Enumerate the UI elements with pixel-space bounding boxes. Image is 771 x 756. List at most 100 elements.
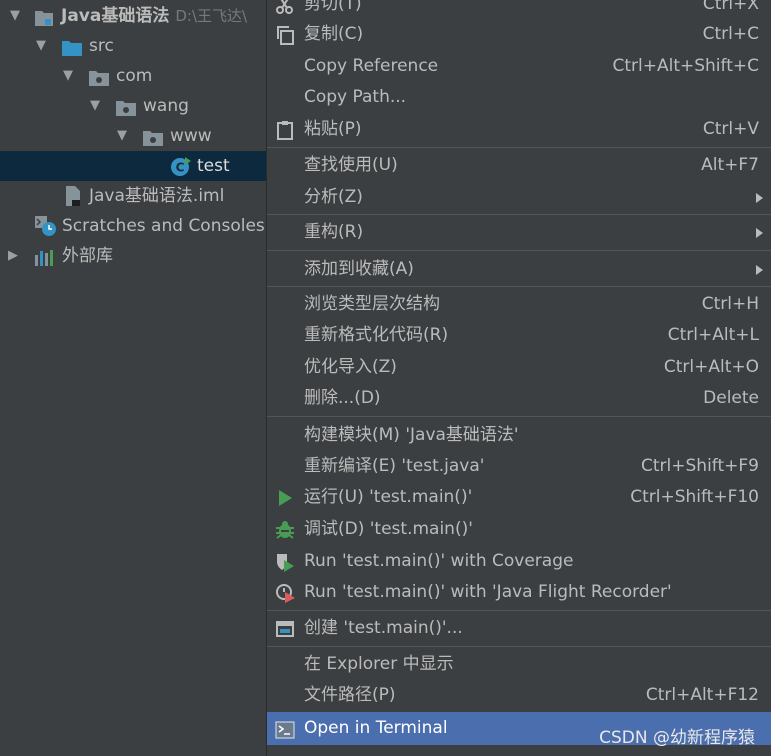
- menu-label: 创建 'test.main()'...: [304, 618, 463, 638]
- menu-label: Run 'test.main()' with Coverage: [304, 551, 574, 571]
- tree-item-www[interactable]: ▼ www: [0, 121, 266, 151]
- menu-label: 添加到收藏(A): [304, 259, 414, 279]
- terminal-icon: [275, 719, 295, 739]
- chevron-down-icon[interactable]: ▼: [10, 1, 20, 31]
- menu-label: 调试(D) 'test.main()': [304, 519, 473, 539]
- tree-item-test[interactable]: C test: [0, 151, 266, 181]
- menu-item-paste[interactable]: 粘贴(P) Ctrl+V: [267, 114, 771, 145]
- menu-shortcut: Alt+F7: [701, 155, 759, 175]
- menu-item-analyze[interactable]: 分析(Z): [267, 182, 771, 213]
- menu-label: 剪切(T): [304, 0, 362, 14]
- library-icon: [34, 247, 56, 277]
- menu-separator: [267, 147, 771, 148]
- tree-item-iml[interactable]: Java基础语法.iml: [0, 181, 266, 211]
- menu-shortcut: Ctrl+Alt+F12: [645, 685, 759, 705]
- run-icon: [275, 488, 295, 508]
- svg-text:C: C: [176, 161, 185, 175]
- submenu-arrow-icon: [756, 228, 763, 238]
- menu-item-create-configuration[interactable]: 创建 'test.main()'...: [267, 613, 771, 644]
- tree-item-wang[interactable]: ▼ wang: [0, 91, 266, 121]
- scissors-icon: [275, 0, 295, 15]
- menu-label: 在 Explorer 中显示: [304, 654, 454, 674]
- menu-separator: [267, 250, 771, 251]
- chevron-down-icon[interactable]: ▼: [117, 121, 127, 151]
- copy-icon: [275, 25, 295, 45]
- tree-label: Java基础语法.iml: [89, 186, 225, 206]
- window-icon: [275, 619, 295, 639]
- menu-shortcut: Ctrl+Alt+O: [663, 357, 759, 377]
- menu-separator: [267, 646, 771, 647]
- tree-label: com: [116, 66, 153, 86]
- menu-item-add-to-favorites[interactable]: 添加到收藏(A): [267, 254, 771, 285]
- project-tree: ▼ Java基础语法 D:\王飞达\ ▼ src ▼ com ▼ wang ▼ w…: [0, 0, 266, 756]
- menu-label: 查找使用(U): [304, 155, 398, 175]
- menu-separator: [267, 416, 771, 417]
- menu-label: 构建模块(M) 'Java基础语法': [304, 425, 519, 445]
- chevron-right-icon[interactable]: ▶: [8, 241, 18, 271]
- tree-label: src: [89, 36, 114, 56]
- menu-item-optimize-imports[interactable]: 优化导入(Z) Ctrl+Alt+O: [267, 352, 771, 383]
- menu-item-run-with-coverage[interactable]: Run 'test.main()' with Coverage: [267, 546, 771, 577]
- menu-item-run-with-jfr[interactable]: Run 'test.main()' with 'Java Flight Reco…: [267, 577, 771, 608]
- menu-item-copy[interactable]: 复制(C) Ctrl+C: [267, 19, 771, 50]
- menu-shortcut: Ctrl+V: [702, 119, 759, 139]
- menu-label: 删除...(D): [304, 388, 381, 408]
- menu-shortcut: Ctrl+Alt+L: [667, 325, 759, 345]
- tree-label: wang: [143, 96, 189, 116]
- menu-item-reformat-code[interactable]: 重新格式化代码(R) Ctrl+Alt+L: [267, 320, 771, 351]
- menu-label: Copy Path...: [304, 87, 407, 107]
- project-path: D:\王飞达\: [175, 7, 248, 25]
- menu-label: 重新格式化代码(R): [304, 325, 449, 345]
- bug-icon: [275, 520, 295, 540]
- menu-label: 重新编译(E) 'test.java': [304, 456, 485, 476]
- menu-shortcut: Ctrl+Alt+Shift+C: [612, 56, 759, 76]
- menu-item-refactor[interactable]: 重构(R): [267, 217, 771, 248]
- tree-item-scratches[interactable]: Scratches and Consoles: [0, 211, 266, 241]
- menu-item-debug[interactable]: 调试(D) 'test.main()': [267, 514, 771, 545]
- coverage-icon: [275, 552, 295, 572]
- menu-item-recompile[interactable]: 重新编译(E) 'test.java' Ctrl+Shift+F9: [267, 451, 771, 482]
- menu-item-run[interactable]: 运行(U) 'test.main()' Ctrl+Shift+F10: [267, 482, 771, 513]
- menu-separator: [267, 286, 771, 287]
- project-name: Java基础语法: [61, 6, 170, 26]
- submenu-arrow-icon: [756, 265, 763, 275]
- chevron-down-icon[interactable]: ▼: [90, 91, 100, 121]
- menu-shortcut: Ctrl+X: [702, 0, 759, 14]
- tree-item-external-libraries[interactable]: ▶ 外部库: [0, 241, 266, 271]
- menu-label: 优化导入(Z): [304, 357, 397, 377]
- clipboard-icon: [275, 120, 295, 140]
- tree-label: 外部库: [62, 246, 113, 266]
- submenu-arrow-icon: [756, 193, 763, 203]
- menu-label: 浏览类型层次结构: [304, 294, 440, 314]
- menu-shortcut: Ctrl+C: [702, 24, 759, 44]
- menu-label: 复制(C): [304, 24, 364, 44]
- menu-label: 重构(R): [304, 222, 364, 242]
- menu-label: 分析(Z): [304, 187, 363, 207]
- menu-separator: [267, 214, 771, 215]
- menu-item-delete[interactable]: 删除...(D) Delete: [267, 383, 771, 414]
- menu-label: 粘贴(P): [304, 119, 362, 139]
- menu-label: 文件路径(P): [304, 685, 396, 705]
- menu-item-show-in-explorer[interactable]: 在 Explorer 中显示: [267, 649, 771, 680]
- menu-shortcut: Delete: [703, 388, 759, 408]
- menu-item-type-hierarchy[interactable]: 浏览类型层次结构 Ctrl+H: [267, 289, 771, 320]
- chevron-down-icon[interactable]: ▼: [36, 31, 46, 61]
- context-menu: 剪切(T) Ctrl+X 复制(C) Ctrl+C Copy Reference…: [266, 0, 771, 756]
- menu-item-copy-reference[interactable]: Copy Reference Ctrl+Alt+Shift+C: [267, 51, 771, 82]
- menu-item-file-path[interactable]: 文件路径(P) Ctrl+Alt+F12: [267, 680, 771, 711]
- chevron-down-icon[interactable]: ▼: [63, 61, 73, 91]
- menu-label: Open in Terminal: [304, 718, 448, 738]
- watermark: CSDN @幼新程序猿: [599, 728, 755, 748]
- tree-item-project[interactable]: ▼ Java基础语法 D:\王飞达\: [0, 1, 266, 31]
- menu-item-build-module[interactable]: 构建模块(M) 'Java基础语法': [267, 420, 771, 451]
- tree-item-src[interactable]: ▼ src: [0, 31, 266, 61]
- menu-item-copy-path[interactable]: Copy Path...: [267, 82, 771, 113]
- tree-label: Scratches and Consoles: [62, 216, 265, 236]
- tree-label: test: [197, 156, 230, 176]
- menu-label: Run 'test.main()' with 'Java Flight Reco…: [304, 582, 672, 602]
- menu-item-find-usages[interactable]: 查找使用(U) Alt+F7: [267, 150, 771, 181]
- menu-separator: [267, 610, 771, 611]
- tree-item-com[interactable]: ▼ com: [0, 61, 266, 91]
- menu-item-cut[interactable]: 剪切(T) Ctrl+X: [267, 0, 771, 20]
- menu-shortcut: Ctrl+Shift+F9: [641, 456, 759, 476]
